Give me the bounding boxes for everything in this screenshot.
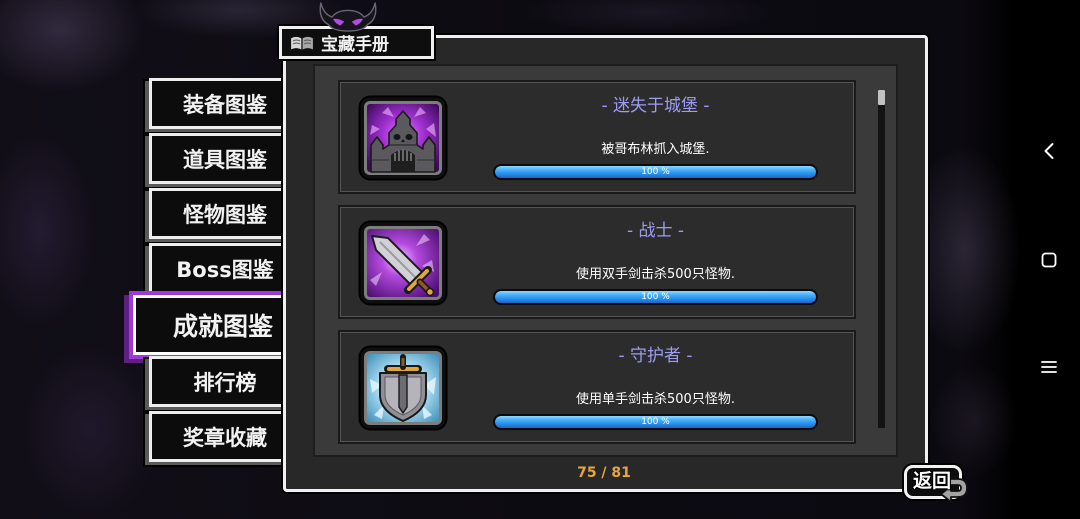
castle-icon (358, 95, 448, 181)
nav-menu-icon[interactable] (1041, 360, 1057, 374)
progress-label: 100 % (641, 417, 670, 427)
scrollbar[interactable] (878, 90, 885, 428)
tab-leaderboard[interactable]: 排行榜 (149, 356, 291, 407)
tab-medal-collection[interactable]: 奖章收藏 (149, 411, 291, 462)
tab-equipment-codex[interactable]: 装备图鉴 (149, 78, 291, 129)
demon-face-icon (319, 2, 377, 32)
achievement-title: - 战士 - (626, 221, 685, 241)
nav-back-icon[interactable] (1042, 142, 1056, 160)
book-icon (289, 35, 315, 52)
panel-title: 宝藏手册 (321, 35, 389, 55)
page-counter: 75 / 81 (577, 465, 631, 481)
achievement-description: 使用双手剑击杀500只怪物. (576, 267, 735, 282)
game-screen: 装备图鉴 道具图鉴 怪物图鉴 Boss图鉴 成就图鉴 排行榜 奖章收藏 宝藏手册 (0, 0, 1080, 519)
nav-home-icon[interactable] (1041, 252, 1057, 268)
achievement-card: - 迷失于城堡 - 被哥布林抓入城堡. 100 % (338, 80, 856, 194)
back-button[interactable]: 返回 (904, 465, 970, 505)
achievement-card: - 战士 - 使用双手剑击杀500只怪物. 100 % (338, 205, 856, 319)
achievement-title: - 守护者 - (618, 346, 693, 366)
tab-item-codex[interactable]: 道具图鉴 (149, 133, 291, 184)
progress-label: 100 % (641, 167, 670, 177)
achievement-description: 被哥布林抓入城堡. (601, 142, 710, 157)
tab-achievement-codex[interactable]: 成就图鉴 (133, 295, 291, 355)
progress-bar: 100 % (493, 289, 818, 305)
back-button-label: 返回 (912, 470, 951, 492)
sword-icon (358, 220, 448, 306)
shield-icon (358, 345, 448, 431)
scrollbar-thumb[interactable] (878, 90, 885, 105)
progress-bar: 100 % (493, 414, 818, 430)
achievement-title: - 迷失于城堡 - (601, 96, 710, 116)
tab-monster-codex[interactable]: 怪物图鉴 (149, 188, 291, 239)
tab-boss-codex[interactable]: Boss图鉴 (149, 243, 291, 294)
progress-bar: 100 % (493, 164, 818, 180)
progress-label: 100 % (641, 292, 670, 302)
achievement-description: 使用单手剑击杀500只怪物. (576, 392, 735, 407)
achievement-card: - 守护者 - 使用单手剑击杀500只怪物. 100 % (338, 330, 856, 444)
